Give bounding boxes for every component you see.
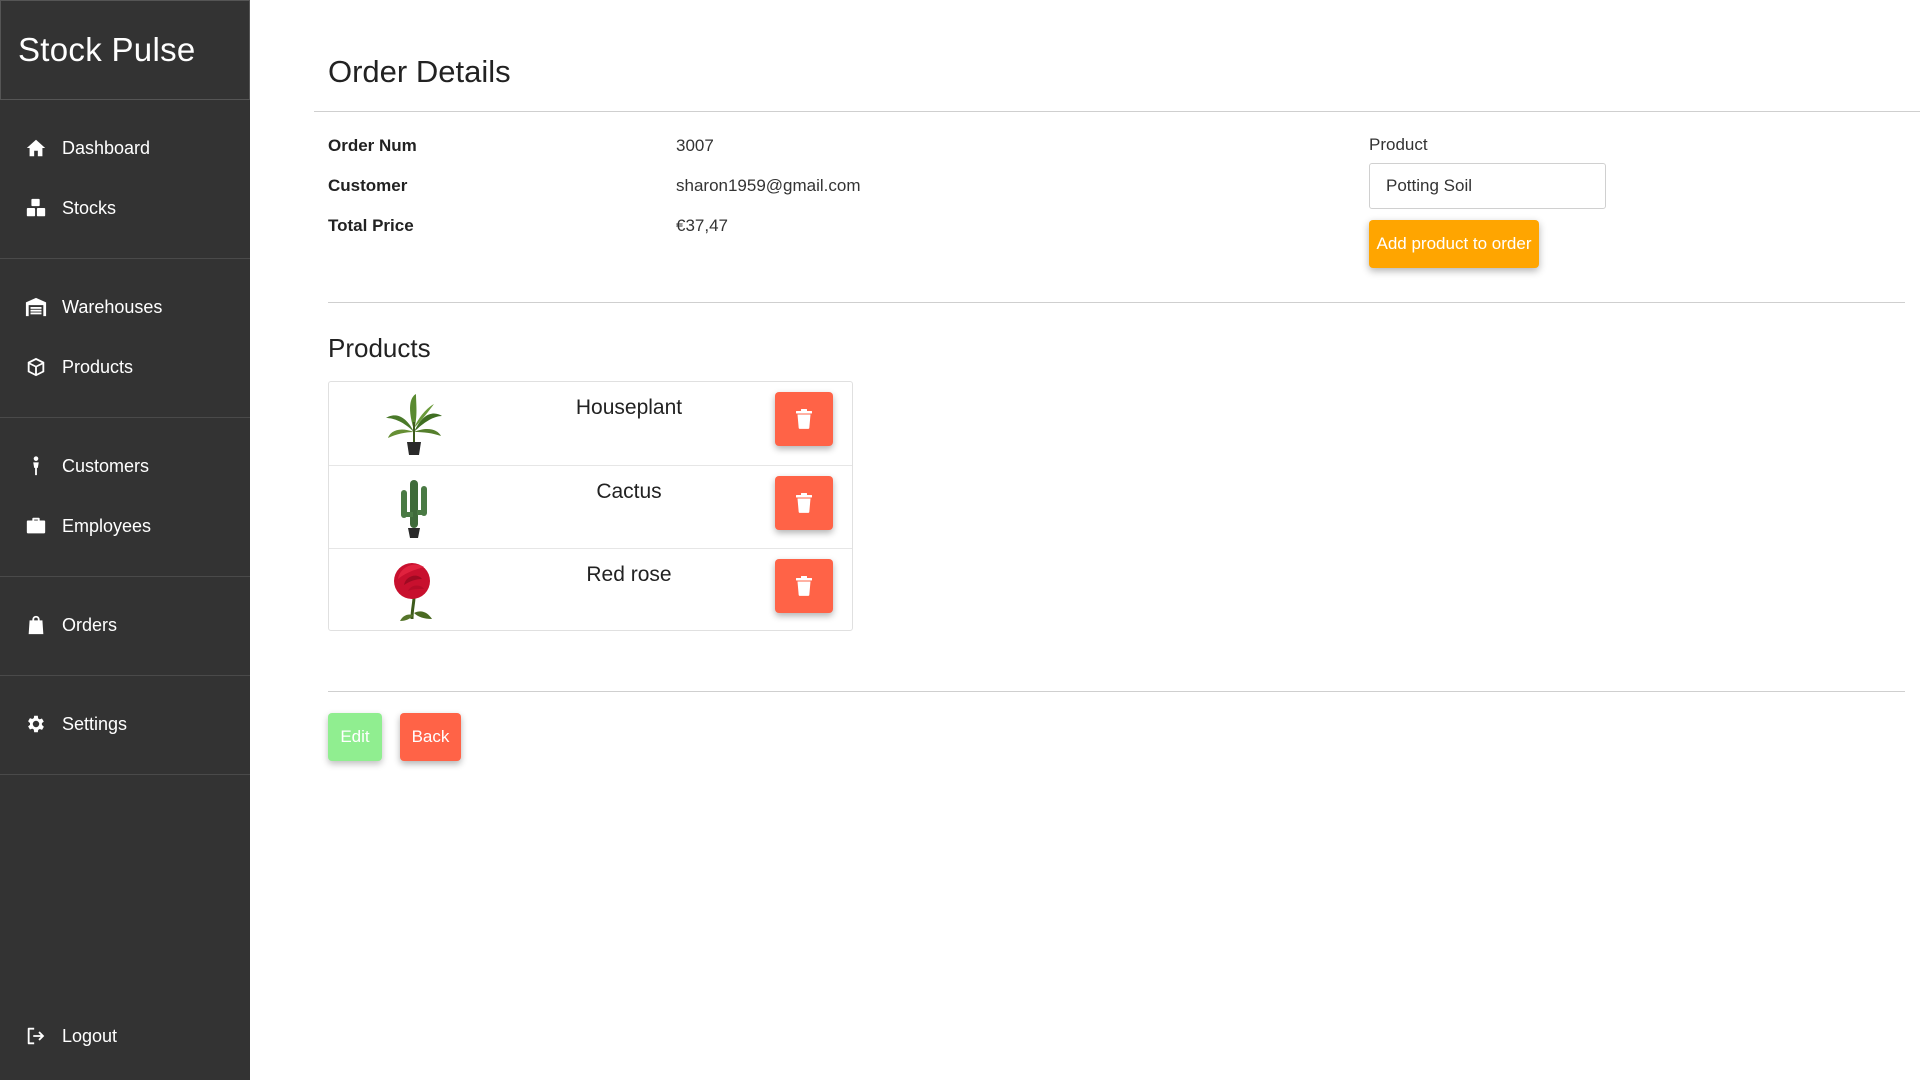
- nav-group-people: Customers Employees: [0, 418, 250, 577]
- home-icon: [24, 136, 48, 160]
- sidebar-item-label: Employees: [62, 515, 152, 536]
- divider: [328, 691, 1905, 692]
- list-item: Cactus: [329, 465, 852, 548]
- delete-product-button[interactable]: [775, 392, 833, 446]
- sidebar-item-logout[interactable]: Logout: [0, 1006, 274, 1066]
- briefcase-icon: [24, 514, 48, 538]
- sidebar-item-dashboard[interactable]: Dashboard: [0, 118, 250, 178]
- products-title: Products: [328, 333, 431, 363]
- sidebar-item-label: Products: [62, 356, 134, 377]
- delete-product-button[interactable]: [775, 559, 833, 613]
- trash-icon: [796, 493, 812, 513]
- divider: [328, 302, 1905, 303]
- product-name: Red rose: [586, 563, 672, 586]
- nav-group-orders: Orders: [0, 577, 250, 676]
- back-button[interactable]: Back: [400, 713, 461, 761]
- product-name: Houseplant: [575, 396, 683, 419]
- list-item: Houseplant: [329, 382, 852, 465]
- person-icon: [24, 454, 48, 478]
- sidebar-item-stocks[interactable]: Stocks: [0, 178, 250, 238]
- nav-group-settings: Settings: [0, 676, 250, 775]
- customer-value: sharon1959@gmail.com: [676, 176, 861, 195]
- product-name: Cactus: [596, 480, 662, 503]
- add-product-button[interactable]: Add product to order: [1369, 220, 1539, 268]
- order-num-label: Order Num: [328, 136, 417, 155]
- sidebar-item-employees[interactable]: Employees: [0, 496, 250, 556]
- sidebar-item-label: Warehouses: [62, 296, 163, 317]
- trash-icon: [796, 409, 812, 429]
- sidebar-item-label: Orders: [62, 614, 118, 635]
- sidebar-item-label: Dashboard: [62, 137, 151, 158]
- red-rose-image: [394, 563, 432, 621]
- warehouse-icon: [24, 295, 48, 319]
- main-content: Order Details Order Num 3007 Customer sh…: [250, 0, 1920, 1080]
- nav-group-main: Dashboard Stocks: [0, 100, 250, 259]
- sidebar-item-label: Settings: [62, 713, 128, 734]
- sidebar: Stock Pulse Dashboard Stocks Warehouses: [0, 0, 250, 1080]
- nav-group-inventory: Warehouses Products: [0, 259, 250, 418]
- shopping-bag-icon: [24, 613, 48, 637]
- trash-icon: [796, 576, 812, 596]
- total-price-label: Total Price: [328, 216, 414, 235]
- page-title: Order Details: [328, 54, 511, 89]
- sidebar-item-label: Logout: [62, 1025, 118, 1046]
- delete-product-button[interactable]: [775, 476, 833, 530]
- houseplant-image: [386, 394, 442, 455]
- brand-logo[interactable]: Stock Pulse: [0, 0, 250, 100]
- boxes-icon: [24, 196, 48, 220]
- customer-label: Customer: [328, 176, 408, 195]
- product-list: Houseplant Cactus Red rose: [328, 381, 853, 631]
- product-select-label: Product: [1369, 135, 1428, 154]
- cactus-image: [401, 480, 427, 538]
- product-input[interactable]: [1369, 163, 1606, 209]
- logout-icon: [24, 1024, 48, 1048]
- box-icon: [24, 355, 48, 379]
- sidebar-item-products[interactable]: Products: [0, 337, 250, 397]
- edit-button[interactable]: Edit: [328, 713, 382, 761]
- list-item: Red rose: [329, 548, 852, 631]
- divider: [314, 111, 1920, 112]
- sidebar-item-warehouses[interactable]: Warehouses: [0, 277, 250, 337]
- total-price-value: €37,47: [676, 216, 728, 235]
- sidebar-item-label: Stocks: [62, 197, 117, 218]
- sidebar-item-orders[interactable]: Orders: [0, 595, 250, 655]
- sidebar-item-customers[interactable]: Customers: [0, 436, 250, 496]
- order-num-value: 3007: [676, 136, 714, 155]
- sidebar-item-settings[interactable]: Settings: [0, 694, 250, 754]
- gear-icon: [24, 712, 48, 736]
- sidebar-item-label: Customers: [62, 455, 150, 476]
